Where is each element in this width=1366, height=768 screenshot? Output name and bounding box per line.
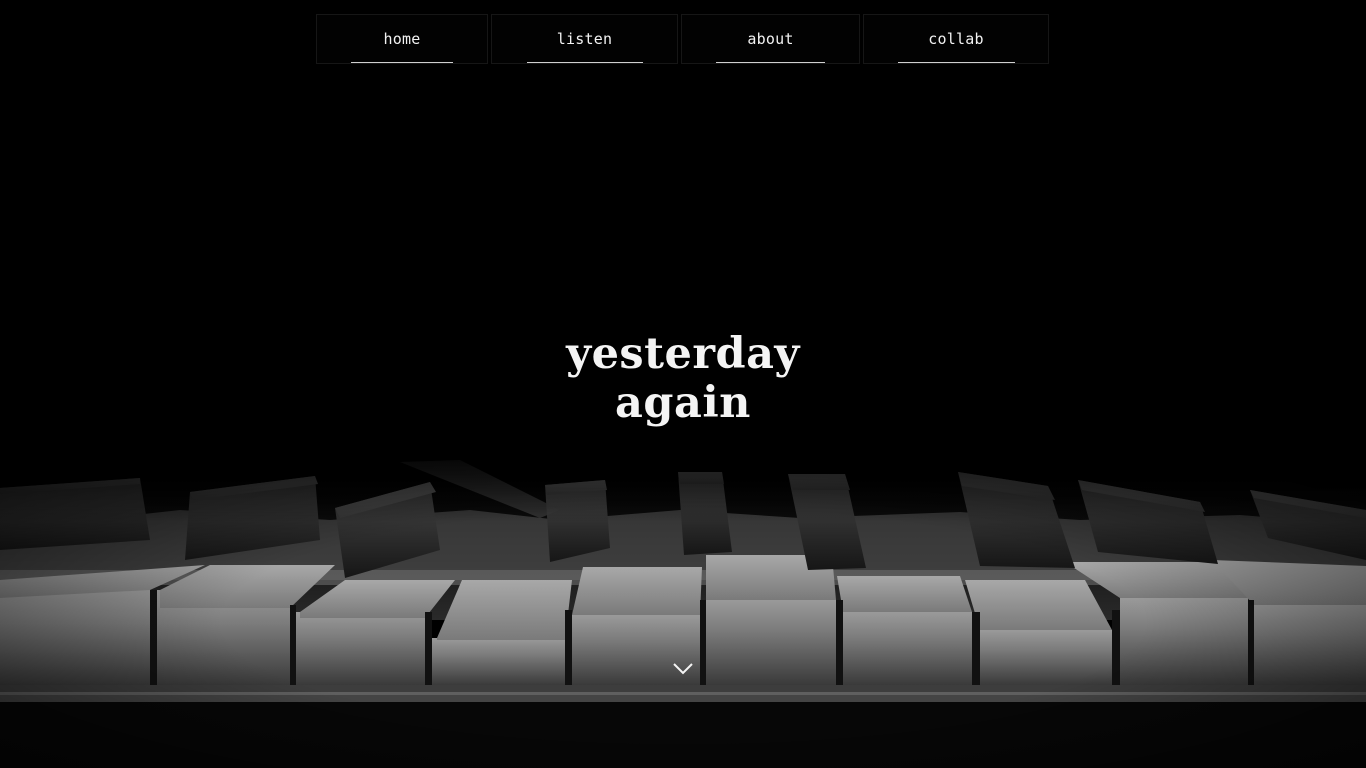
nav-item-label: about	[747, 30, 794, 48]
hero-title: yesterday again	[0, 330, 1366, 428]
nav-item-listen[interactable]: listen	[491, 14, 678, 64]
hero-title-line-2: again	[615, 378, 751, 428]
nav-item-home[interactable]: home	[316, 14, 488, 64]
nav-underline	[351, 62, 453, 63]
nav-item-collab[interactable]: collab	[863, 14, 1049, 64]
nav-item-label: listen	[556, 30, 613, 48]
nav-item-label: collab	[928, 30, 984, 48]
piano-keys-image	[0, 440, 1366, 768]
top-nav: home listen about collab	[316, 14, 1049, 66]
page: home listen about collab yesterday again	[0, 0, 1366, 768]
nav-underline	[898, 62, 1015, 63]
hero-title-line-1: yesterday	[566, 329, 800, 379]
nav-underline	[527, 62, 643, 63]
chevron-down-icon[interactable]	[671, 660, 695, 678]
nav-underline	[716, 62, 825, 63]
nav-item-about[interactable]: about	[681, 14, 860, 64]
nav-item-label: home	[383, 30, 421, 48]
